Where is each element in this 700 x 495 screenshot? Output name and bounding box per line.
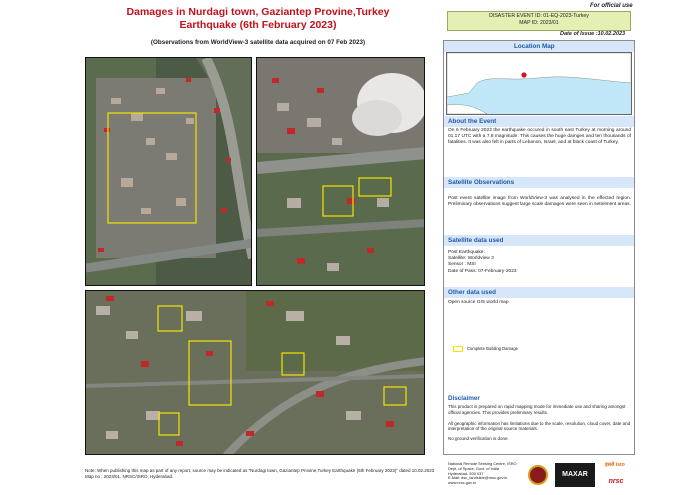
citation-note: Note: When publishing this map as part o… xyxy=(85,468,435,479)
maxar-text: MAXAR xyxy=(562,471,588,478)
satellite-line-4: Date of Pass: 07-February-2023 xyxy=(448,268,517,274)
nrsc-emblem xyxy=(528,465,548,485)
official-use-label: For official use xyxy=(590,3,633,9)
disclaimer-p3: No ground verification is done. xyxy=(448,436,509,442)
satellite-data-list: Post Earthquake: Satellite: Worldview 3 … xyxy=(448,250,631,275)
about-title: About the Event xyxy=(448,118,497,125)
org-address: National Remote Sensing Centre, ISRO Dep… xyxy=(448,461,533,486)
other-data-text: Open source GIS world map xyxy=(448,300,509,305)
location-map-svg xyxy=(446,52,632,115)
location-marker xyxy=(521,72,527,78)
observations-text: Post event satellite image from WorldVie… xyxy=(448,196,631,208)
satellite-panel-bottom xyxy=(85,290,425,455)
legend-swatch xyxy=(453,346,463,352)
about-text: On 6 February 2023 the earthquake occure… xyxy=(448,128,631,146)
issue-date: Date of Issue :10.02.2023 xyxy=(560,31,626,37)
location-map xyxy=(446,52,632,115)
disclaimer-text: This product is prepared on rapid mappin… xyxy=(448,404,631,442)
maxar-logo: MAXAR xyxy=(555,463,595,487)
isro-text: इसरो isro xyxy=(605,462,625,468)
nrsc-logo: nrsc xyxy=(603,478,629,488)
satellite-image-2 xyxy=(257,58,424,285)
disclaimer-p1: This product is prepared on rapid mappin… xyxy=(448,404,626,415)
event-id-box: DISASTER EVENT ID: 01-EQ-2023-Turkey MAP… xyxy=(447,11,631,31)
disclaimer-p2: All geographic information has limitatio… xyxy=(448,420,631,432)
map-subtitle: (Observations from WorldView-3 satellite… xyxy=(150,39,366,46)
location-map-title: Location Map xyxy=(514,43,555,50)
disclaimer-title: Disclaimer xyxy=(448,395,480,402)
satellite-image-1 xyxy=(86,58,251,285)
legend-label: Complete Building Damage xyxy=(467,346,518,351)
title-line-2: Earthquake (6th February 2023) xyxy=(179,19,337,31)
map-title: Damages in Nurdagi town, Gaziantep Provi… xyxy=(78,6,438,32)
satellite-data-title: Satellite data used xyxy=(448,237,504,244)
satellite-image-3 xyxy=(86,291,424,454)
legend: Complete Building Damage xyxy=(453,345,563,355)
other-data-title: Other data used xyxy=(448,289,496,296)
satellite-panel-top-left xyxy=(85,57,252,286)
title-line-1: Damages in Nurdagi town, Gaziantep Provi… xyxy=(126,6,390,18)
nrsc-text: nrsc xyxy=(608,478,624,485)
observations-title: Satellite Observations xyxy=(448,179,515,186)
org-line-5: www.nrsc.gov.in xyxy=(448,480,476,486)
map-id: MAP ID: 2023/01 xyxy=(519,20,559,26)
isro-logo: इसरो isro xyxy=(600,462,630,476)
satellite-panel-top-right xyxy=(256,57,425,286)
